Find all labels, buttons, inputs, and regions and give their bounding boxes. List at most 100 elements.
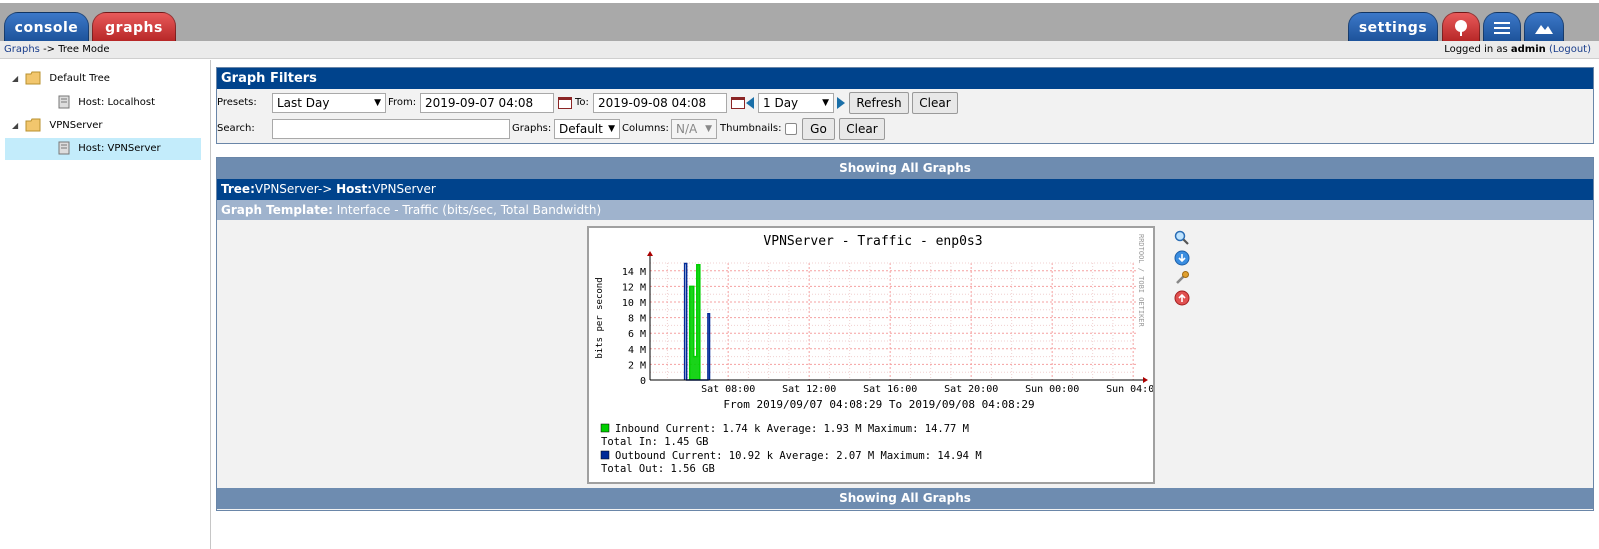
properties-icon[interactable] [1174, 270, 1189, 285]
tab-graphs[interactable]: graphs [92, 12, 176, 44]
legend-swatch [600, 450, 610, 460]
list-view-tab[interactable] [1483, 12, 1521, 44]
x-tick-label: Sun 00:00 [1025, 384, 1079, 395]
tree-value: VPNServer-> [254, 182, 333, 196]
y-tick-label: 0 [640, 376, 646, 387]
dropdown-caret-icon: ▼ [705, 124, 712, 134]
graphs-label: Graphs: [512, 123, 552, 134]
y-tick-label: 10 M [622, 298, 646, 309]
tree-node-host-vpnserver[interactable]: Host: VPNServer [5, 138, 201, 160]
y-tick-label: 8 M [628, 314, 646, 325]
dropdown-caret-icon: ▼ [608, 124, 615, 134]
dropdown-caret-icon: ▼ [374, 98, 381, 108]
template-value: Interface - Traffic (bits/sec, Total Ban… [336, 203, 602, 217]
graph-filters-title: Graph Filters [217, 68, 1593, 89]
tab-console[interactable]: console [4, 12, 89, 44]
showing-all-graphs-footer: Showing All Graphs [217, 488, 1593, 509]
graphs-panel: Showing All Graphs Tree:VPNServer-> Host… [216, 157, 1594, 511]
clear-search-button[interactable]: Clear [839, 118, 885, 140]
login-status: Logged in as admin (Logout) [1444, 41, 1591, 58]
legend-line: Outbound Current: 10.92 k Average: 2.07 … [615, 450, 982, 462]
shift-left-icon[interactable] [746, 97, 754, 109]
legend-swatch [600, 423, 610, 433]
y-tick-label: 4 M [628, 345, 646, 356]
tree-node-default-tree[interactable]: ◢ Default Tree [12, 68, 110, 90]
y-tick-labels: 0 2 M 4 M 6 M 8 M 10 M 12 M 14 M [622, 267, 646, 387]
y-axis-label: bits per second [595, 277, 605, 358]
series-inbound [688, 264, 701, 380]
presets-select[interactable]: Last Day ▼ [272, 93, 386, 113]
zoom-icon[interactable] [1174, 230, 1189, 245]
folder-icon [25, 118, 41, 132]
columns-select[interactable]: N/A ▼ [671, 119, 717, 139]
breadcrumb-link-graphs[interactable]: Graphs [4, 44, 40, 55]
columns-label: Columns: [622, 123, 669, 134]
graph-filters-panel: Graph Filters Presets: Last Day ▼ From: 2… [216, 67, 1594, 144]
refresh-button[interactable]: Refresh [849, 92, 909, 114]
tree-view-tab[interactable] [1442, 12, 1480, 44]
to-date-input[interactable]: 2019-09-08 04:08 [593, 93, 727, 113]
timespan-value: 1 Day [763, 96, 799, 110]
tab-settings[interactable]: settings [1348, 12, 1438, 44]
csv-export-icon[interactable] [1174, 250, 1190, 266]
showing-all-graphs-header: Showing All Graphs [217, 158, 1593, 179]
expand-arrow-icon[interactable]: ◢ [12, 68, 22, 90]
timespan-icon[interactable] [1174, 290, 1190, 306]
x-tick-label: Sun 04:00 [1106, 384, 1153, 395]
search-label: Search: [217, 123, 255, 134]
x-axis-arrow [1143, 377, 1148, 383]
clear-button[interactable]: Clear [912, 92, 958, 114]
expand-arrow-icon[interactable]: ◢ [12, 115, 22, 137]
list-icon [1494, 22, 1510, 34]
breadcrumb: Graphs -> Tree Mode [4, 41, 110, 58]
y-tick-label: 2 M [628, 360, 646, 371]
preview-view-tab[interactable] [1524, 12, 1564, 44]
host-label: Host: [336, 182, 373, 196]
x-tick-label: Sat 20:00 [944, 384, 998, 395]
to-label: To: [575, 97, 589, 108]
chart-legend: Inbound Current: 1.74 k Average: 1.93 M … [600, 423, 982, 475]
tree-node-host-localhost[interactable]: Host: Localhost [58, 92, 155, 114]
graph-template-header: Graph Template: Interface - Traffic (bit… [217, 200, 1593, 220]
presets-value: Last Day [277, 96, 330, 110]
y-tick-label: 14 M [622, 267, 646, 278]
chart-series [683, 262, 711, 381]
tree-sidebar: ◢ Default Tree Host: Localhost ◢ VPNServ… [0, 60, 211, 549]
dropdown-caret-icon: ▼ [822, 98, 829, 108]
breadcrumb-bar: Graphs -> Tree Mode Logged in as admin (… [0, 41, 1599, 59]
mountain-icon [1535, 25, 1553, 34]
chart-title: VPNServer - Traffic - enp0s3 [763, 234, 982, 249]
presets-label: Presets: [217, 97, 257, 108]
tree-host-header: Tree:VPNServer-> Host:VPNServer [217, 179, 1593, 200]
calendar-icon[interactable] [731, 97, 745, 109]
from-date-input[interactable]: 2019-09-07 04:08 [420, 93, 554, 113]
traffic-chart-svg: VPNServer - Traffic - enp0s3 bits per se… [595, 234, 1160, 475]
legend-line: Inbound Current: 1.74 k Average: 1.93 M … [615, 423, 969, 435]
from-label: From: [388, 97, 417, 108]
legend-total: Total Out: 1.56 GB [601, 463, 715, 475]
login-prefix: Logged in as [1444, 44, 1511, 55]
rrdtool-watermark: RRDTOOL / TOBI OETIKER [1137, 234, 1145, 328]
x-tick-label: Sat 12:00 [782, 384, 836, 395]
x-tick-label: Sat 16:00 [863, 384, 917, 395]
graphs-select[interactable]: Default ▼ [554, 119, 620, 139]
shift-right-icon[interactable] [837, 97, 845, 109]
search-input[interactable] [272, 119, 510, 139]
logout-link[interactable]: (Logout) [1549, 44, 1591, 55]
legend-total: Total In: 1.45 GB [601, 436, 708, 448]
traffic-graph[interactable]: VPNServer - Traffic - enp0s3 bits per se… [587, 226, 1160, 484]
folder-icon [25, 71, 41, 85]
tree-icon [1455, 20, 1467, 36]
timespan-select[interactable]: 1 Day ▼ [758, 93, 834, 113]
host-value: VPNServer [372, 182, 436, 196]
y-tick-label: 12 M [622, 282, 646, 293]
tree-node-vpnserver[interactable]: ◢ VPNServer [12, 115, 103, 137]
tree-label: Tree: [221, 182, 255, 196]
columns-value: N/A [676, 122, 698, 136]
chart-grid [650, 262, 1136, 380]
calendar-icon[interactable] [558, 97, 572, 109]
go-button[interactable]: Go [802, 118, 835, 140]
graphs-value: Default [559, 122, 603, 136]
thumbnails-checkbox[interactable] [785, 123, 797, 135]
chart-time-range: From 2019/09/07 04:08:29 To 2019/09/08 0… [723, 398, 1034, 411]
